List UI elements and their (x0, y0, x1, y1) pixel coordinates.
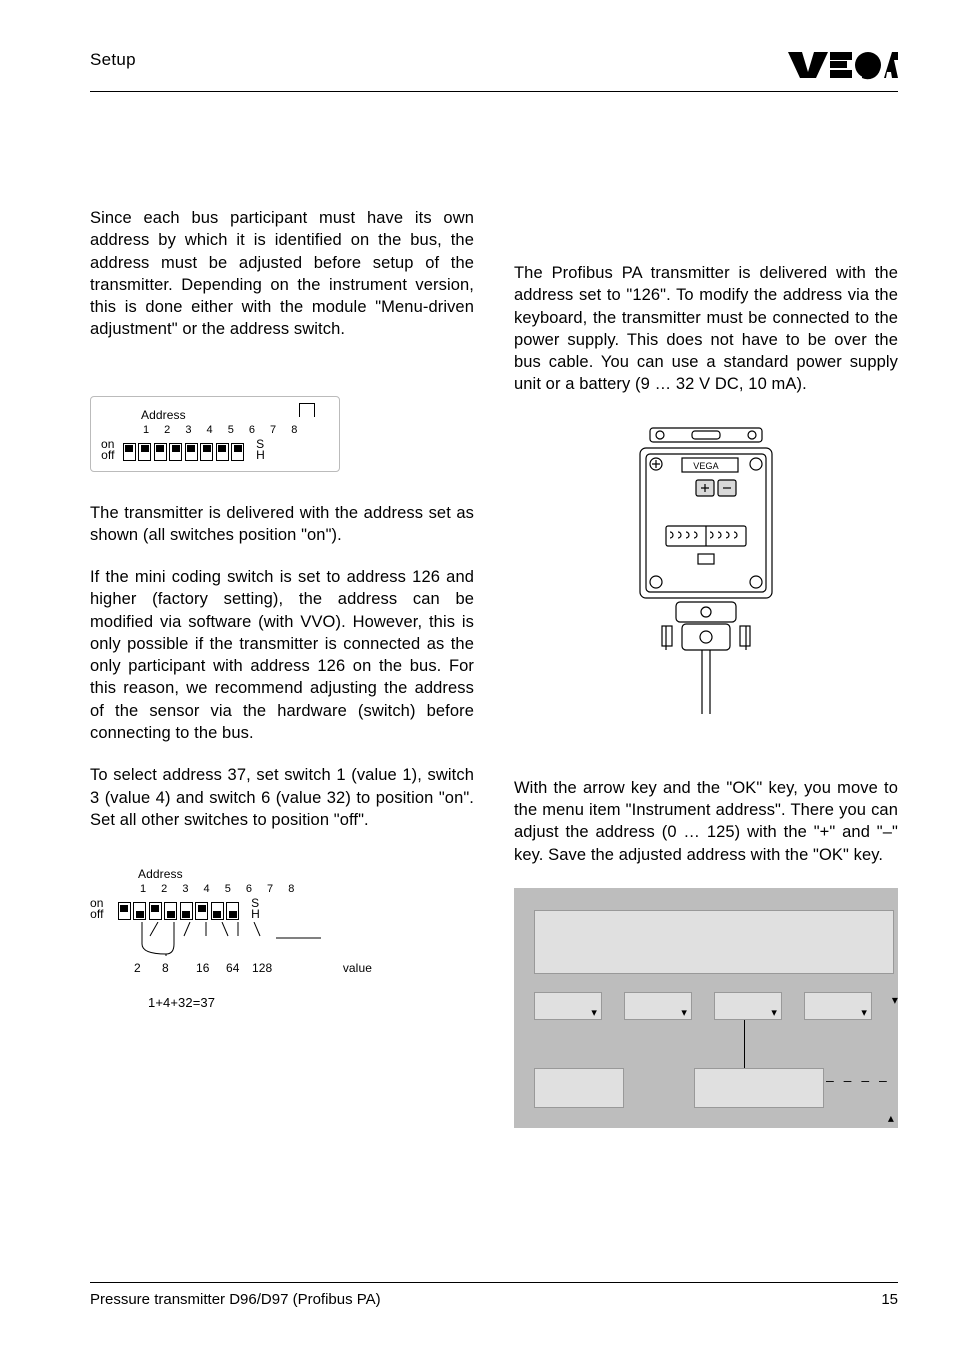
transmitter-device-figure: VEGA (514, 426, 898, 722)
dip-off-label: off (90, 909, 104, 920)
lcd-box-mid (694, 1068, 824, 1108)
dip-switches (123, 443, 245, 461)
lcd-display-area (534, 910, 894, 974)
dip-h-label: H (256, 450, 265, 461)
page-header: Setup (90, 50, 898, 92)
left-column: Since each bus participant must have its… (90, 207, 474, 1128)
right-column: The Profibus PA transmitter is delivered… (514, 207, 898, 1128)
footer-page-number: 15 (881, 1291, 898, 1308)
paragraph: The Profibus PA transmitter is delivered… (514, 262, 898, 396)
dip-switch-figure-1: Address 1 2 3 4 5 6 7 8 on off S H (90, 396, 340, 472)
dip-title: Address (138, 866, 390, 882)
dip-h-label: H (251, 909, 260, 920)
lcd-dashes: – – – – (826, 1071, 890, 1090)
footer-doc-title: Pressure transmitter D96/D97 (Profibus P… (90, 1291, 381, 1308)
dip-off-label: off (101, 450, 115, 461)
paragraph: If the mini coding switch is set to addr… (90, 566, 474, 744)
dip-numbers: 1 2 3 4 5 6 7 8 (140, 882, 390, 897)
dip-switches (118, 902, 240, 920)
lcd-box-left (534, 1068, 624, 1108)
page-footer: Pressure transmitter D96/D97 (Profibus P… (90, 1282, 898, 1308)
paragraph: To select address 37, set switch 1 (valu… (90, 764, 474, 831)
dip-switch-figure-2: Address 1 2 3 4 5 6 7 8 on off S H (90, 866, 390, 1012)
section-title: Setup (90, 50, 136, 70)
value-numbers: 2 8 16 64 128 value (134, 960, 390, 976)
address-formula: 1+4+32=37 (148, 994, 390, 1012)
lcd-menu-figure: ▾ – – – – ▴ (514, 888, 898, 1128)
content-columns: Since each bus participant must have its… (90, 207, 898, 1128)
vega-logo (788, 50, 898, 85)
dip-numbers: 1 2 3 4 5 6 7 8 (143, 423, 327, 438)
svg-text:VEGA: VEGA (693, 461, 718, 471)
value-tick-lines (136, 922, 390, 960)
paragraph: The transmitter is delivered with the ad… (90, 502, 474, 547)
paragraph: Since each bus participant must have its… (90, 207, 474, 341)
up-arrow-icon: ▴ (888, 1110, 894, 1126)
paragraph: With the arrow key and the "OK" key, you… (514, 777, 898, 866)
lcd-softkeys (534, 992, 872, 1020)
